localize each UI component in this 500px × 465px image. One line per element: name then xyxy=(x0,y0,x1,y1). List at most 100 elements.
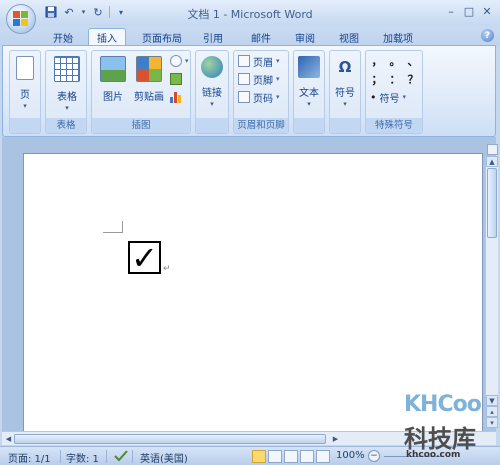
page-button[interactable]: 页 ▾ xyxy=(10,54,40,116)
draft-view-icon[interactable] xyxy=(316,450,330,463)
watermark-name: 科技库 xyxy=(404,425,476,453)
special-char-semicolon[interactable]: ； xyxy=(370,71,384,87)
clipart-icon xyxy=(136,56,162,82)
close-icon[interactable]: ✕ xyxy=(478,3,496,19)
previous-page-icon[interactable]: ▴ xyxy=(486,406,498,417)
shapes-button[interactable]: ▾ xyxy=(170,53,189,69)
web-layout-view-icon[interactable] xyxy=(284,450,298,463)
header-button[interactable]: 页眉 ▾ xyxy=(238,53,280,69)
chevron-down-icon: ▾ xyxy=(276,75,280,83)
print-layout-view-icon[interactable] xyxy=(252,450,266,463)
group-header-footer: 页眉 ▾ 页脚 ▾ 页码 ▾ 页眉和页脚 xyxy=(233,50,289,134)
maximize-icon[interactable]: □ xyxy=(460,3,478,19)
smartart-button[interactable] xyxy=(170,71,182,87)
special-symbol-button[interactable]: • 符号 ▾ xyxy=(370,89,406,105)
separator xyxy=(60,450,61,463)
tab-addins[interactable]: 加载项 xyxy=(376,28,420,46)
group-special-characters: ， 。 、 ； ： ？ • 符号 ▾ 特殊符号 xyxy=(365,50,423,134)
scroll-down-icon[interactable]: ▼ xyxy=(486,395,498,406)
vertical-scrollbar[interactable]: ▲ ▼ ▴ ▾ xyxy=(485,156,498,428)
group-label-symbols xyxy=(330,118,360,133)
group-label-illustrations: 插图 xyxy=(92,118,190,133)
zoom-level[interactable]: 100% xyxy=(336,450,365,461)
group-label-links xyxy=(196,118,228,133)
chevron-down-icon: ▾ xyxy=(276,93,280,101)
page-count[interactable]: 页面: 1/1 xyxy=(8,450,51,465)
paragraph-mark: ↵ xyxy=(163,264,171,274)
clipart-button[interactable]: 剪贴画 xyxy=(130,54,168,116)
group-label-header-footer: 页眉和页脚 xyxy=(234,118,288,133)
vertical-scroll-thumb[interactable] xyxy=(487,168,497,238)
chart-icon xyxy=(170,91,181,103)
office-logo-icon xyxy=(13,11,29,27)
chevron-down-icon: ▾ xyxy=(210,100,214,108)
footer-button[interactable]: 页脚 ▾ xyxy=(238,71,280,87)
tab-insert[interactable]: 插入 xyxy=(88,28,126,46)
header-icon xyxy=(238,55,250,67)
outline-view-icon[interactable] xyxy=(300,450,314,463)
minimize-icon[interactable]: – xyxy=(442,3,460,19)
table-button[interactable]: 表格 ▾ xyxy=(50,54,84,116)
watermark-url: khcoo.com xyxy=(406,450,461,460)
special-char-period[interactable]: 。 xyxy=(388,53,402,69)
chevron-down-icon: ▾ xyxy=(185,57,189,65)
chevron-down-icon: ▾ xyxy=(307,100,311,108)
scroll-right-icon[interactable]: ▶ xyxy=(330,433,341,444)
chart-button[interactable] xyxy=(170,89,181,105)
help-icon[interactable]: ? xyxy=(481,29,494,42)
proofing-icon[interactable] xyxy=(114,450,128,465)
ruler-toggle-icon[interactable] xyxy=(487,144,498,155)
shapes-icon xyxy=(170,55,182,67)
footer-icon xyxy=(238,73,250,85)
chevron-down-icon: ▾ xyxy=(276,57,280,65)
checkbox-symbol[interactable]: ✓ xyxy=(128,241,161,274)
picture-icon xyxy=(100,56,126,82)
word-count[interactable]: 字数: 1 xyxy=(66,450,99,465)
group-symbols: Ω 符号 ▾ xyxy=(329,50,361,134)
special-char-colon[interactable]: ： xyxy=(388,71,402,87)
symbol-button[interactable]: Ω 符号 ▾ xyxy=(330,54,360,116)
window-controls: – □ ✕ xyxy=(442,3,496,19)
table-icon xyxy=(54,56,80,82)
group-pages: 页 ▾ xyxy=(9,50,41,134)
title-bar: ↶ ▾ ↻ ▾ 文档 1 - Microsoft Word – □ ✕ xyxy=(0,0,500,26)
page-icon xyxy=(16,56,34,80)
ribbon: 页 ▾ 表格 ▾ 表格 图片 剪贴画 ▾ 插图 链接 ▾ 页眉 ▾ 页脚 ▾ 页… xyxy=(2,45,496,137)
horizontal-scroll-thumb[interactable] xyxy=(14,434,326,444)
text-button[interactable]: 文本 ▾ xyxy=(294,54,324,116)
ribbon-tabs: 开始 插入 页面布局 引用 邮件 审阅 视图 加载项 ? xyxy=(0,26,500,46)
tab-references[interactable]: 引用 xyxy=(196,28,230,46)
page-number-button[interactable]: 页码 ▾ xyxy=(238,89,280,105)
picture-button[interactable]: 图片 xyxy=(96,54,130,116)
scroll-left-icon[interactable]: ◀ xyxy=(3,433,14,444)
special-char-comma[interactable]: ， xyxy=(370,53,384,69)
scroll-up-icon[interactable]: ▲ xyxy=(486,156,498,167)
smartart-icon xyxy=(170,73,182,85)
language-indicator[interactable]: 英语(美国) xyxy=(140,450,188,465)
full-screen-reading-view-icon[interactable] xyxy=(268,450,282,463)
document-page[interactable] xyxy=(23,153,483,433)
group-illustrations: 图片 剪贴画 ▾ 插图 xyxy=(91,50,191,134)
tab-page-layout[interactable]: 页面布局 xyxy=(136,28,188,46)
group-links: 链接 ▾ xyxy=(195,50,229,134)
tab-home[interactable]: 开始 xyxy=(46,28,80,46)
chevron-down-icon: ▾ xyxy=(402,93,407,101)
separator xyxy=(132,450,133,463)
links-button[interactable]: 链接 ▾ xyxy=(196,54,228,116)
zoom-out-icon[interactable]: − xyxy=(368,450,380,462)
group-text: 文本 ▾ xyxy=(293,50,325,134)
special-char-question[interactable]: ？ xyxy=(406,71,420,87)
group-label-special-characters: 特殊符号 xyxy=(366,118,422,133)
bullet-icon: • xyxy=(370,90,377,104)
tab-review[interactable]: 审阅 xyxy=(288,28,322,46)
page-number-icon xyxy=(238,91,250,103)
next-page-icon[interactable]: ▾ xyxy=(486,417,498,428)
special-char-enum-comma[interactable]: 、 xyxy=(406,53,420,69)
tab-mailings[interactable]: 邮件 xyxy=(244,28,278,46)
tab-view[interactable]: 视图 xyxy=(332,28,366,46)
margin-crop-mark xyxy=(103,221,123,233)
group-label-text xyxy=(294,118,324,133)
office-button[interactable] xyxy=(6,4,36,34)
group-table: 表格 ▾ 表格 xyxy=(45,50,87,134)
view-buttons xyxy=(252,450,330,463)
